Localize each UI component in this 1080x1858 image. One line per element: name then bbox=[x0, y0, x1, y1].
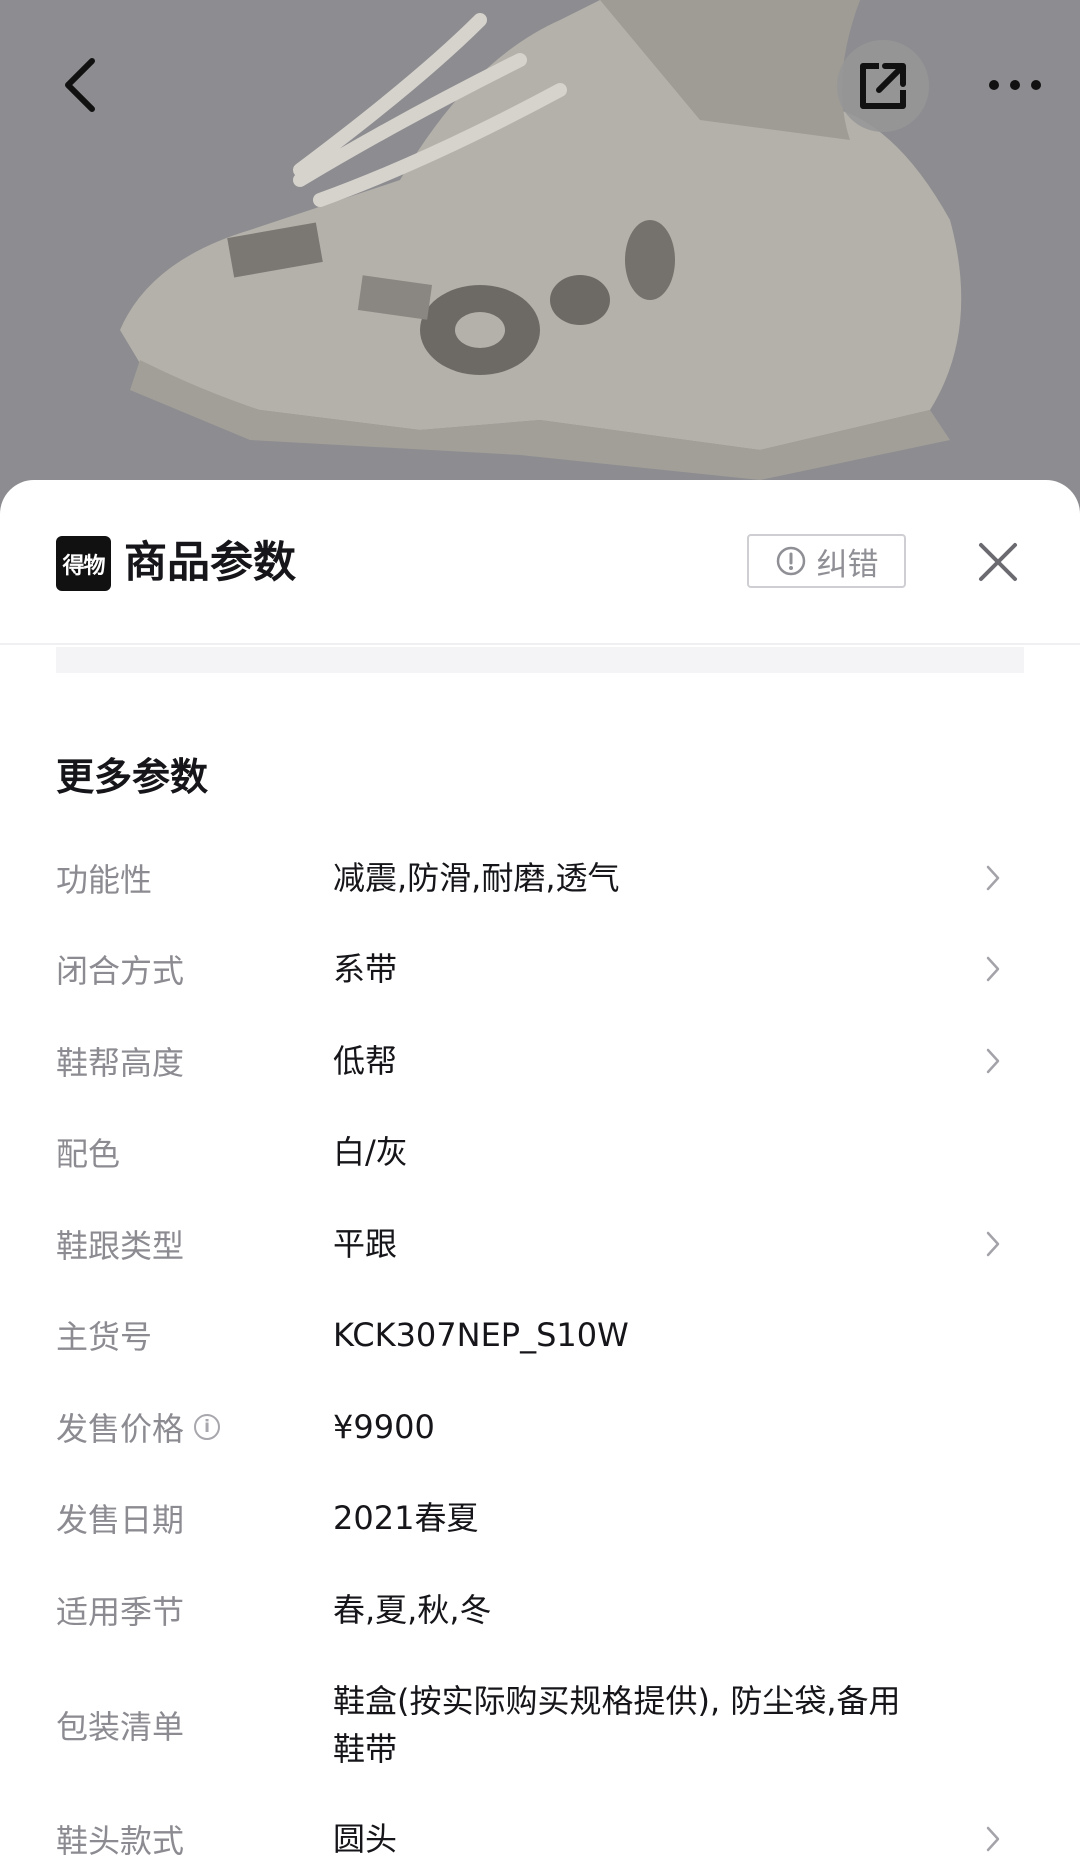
chevron-right-icon bbox=[978, 1224, 1008, 1264]
close-button[interactable] bbox=[968, 532, 1028, 592]
close-icon bbox=[979, 543, 1017, 581]
product-params-sheet: 得物 商品参数 纠错 更多参数 功能性 减震,防滑,耐磨,透气 闭合方式 系带 … bbox=[0, 480, 1080, 1858]
param-value: ¥9900 bbox=[333, 1407, 435, 1446]
param-row-release-date: 发售日期 2021春夏 bbox=[0, 1473, 1080, 1565]
param-row-season: 适用季节 春,夏,秋,冬 bbox=[0, 1564, 1080, 1656]
param-value: 低帮 bbox=[333, 1041, 398, 1080]
param-label: 鞋头款式 bbox=[56, 1822, 185, 1858]
param-row-retail-price: 发售价格 i ¥9900 bbox=[0, 1381, 1080, 1473]
param-value: KCK307NEP_S10W bbox=[333, 1316, 629, 1355]
param-label: 闭合方式 bbox=[56, 952, 185, 991]
param-label: 鞋帮高度 bbox=[56, 1043, 185, 1082]
param-row-function[interactable]: 功能性 减震,防滑,耐磨,透气 bbox=[0, 832, 1080, 924]
more-options-button[interactable] bbox=[970, 45, 1060, 125]
param-value: 白/灰 bbox=[333, 1133, 408, 1172]
param-label: 主货号 bbox=[56, 1318, 153, 1357]
param-label: 发售价格 i bbox=[56, 1404, 221, 1450]
param-value: 减震,防滑,耐磨,透气 bbox=[333, 858, 620, 897]
alert-circle-icon bbox=[776, 546, 805, 576]
param-label: 包装清单 bbox=[56, 1707, 185, 1746]
param-value: 鞋盒(按实际购买规格提供), 防尘袋,备用鞋带 bbox=[333, 1681, 901, 1768]
product-hero-image bbox=[0, 0, 1080, 500]
share-external-icon bbox=[860, 63, 906, 109]
param-value: 春,夏,秋,冬 bbox=[333, 1590, 492, 1629]
param-row-package: 包装清单 鞋盒(按实际购买规格提供), 防尘袋,备用鞋带 bbox=[0, 1656, 1080, 1794]
more-dots-icon bbox=[989, 80, 1041, 90]
param-row-toe-style[interactable]: 鞋头款式 圆头 bbox=[0, 1794, 1080, 1858]
param-label: 适用季节 bbox=[56, 1592, 185, 1631]
report-error-label: 纠错 bbox=[816, 546, 879, 583]
chevron-right-icon bbox=[978, 949, 1008, 989]
param-row-closure[interactable]: 闭合方式 系带 bbox=[0, 924, 1080, 1016]
param-label: 配色 bbox=[56, 1135, 121, 1174]
sheet-title: 商品参数 bbox=[124, 538, 296, 588]
share-button[interactable] bbox=[837, 40, 929, 132]
back-button[interactable] bbox=[40, 45, 120, 125]
param-label: 功能性 bbox=[56, 860, 153, 899]
chevron-right-icon bbox=[978, 1819, 1008, 1858]
section-title: 更多参数 bbox=[56, 755, 209, 799]
chevron-right-icon bbox=[978, 1041, 1008, 1081]
report-error-button[interactable]: 纠错 bbox=[747, 534, 906, 588]
sheet-header: 得物 商品参数 纠错 bbox=[0, 480, 1080, 645]
params-list: 功能性 减震,防滑,耐磨,透气 闭合方式 系带 鞋帮高度 低帮 配色 白/灰 鞋… bbox=[0, 832, 1080, 1858]
param-row-colorway: 配色 白/灰 bbox=[0, 1107, 1080, 1199]
param-value: 2021春夏 bbox=[333, 1499, 479, 1538]
param-value: 平跟 bbox=[333, 1224, 398, 1263]
brand-logo: 得物 bbox=[56, 536, 111, 591]
info-icon[interactable]: i bbox=[194, 1413, 221, 1440]
param-row-upper-height[interactable]: 鞋帮高度 低帮 bbox=[0, 1015, 1080, 1107]
param-value: 系带 bbox=[333, 950, 398, 989]
chevron-right-icon bbox=[978, 858, 1008, 898]
param-label: 发售日期 bbox=[56, 1501, 185, 1540]
param-row-style-code: 主货号 KCK307NEP_S10W bbox=[0, 1290, 1080, 1382]
divider-strip bbox=[56, 647, 1024, 673]
param-row-heel-type[interactable]: 鞋跟类型 平跟 bbox=[0, 1198, 1080, 1290]
param-label: 鞋跟类型 bbox=[56, 1226, 185, 1265]
chevron-left-icon bbox=[65, 58, 95, 112]
param-value: 圆头 bbox=[333, 1820, 398, 1858]
